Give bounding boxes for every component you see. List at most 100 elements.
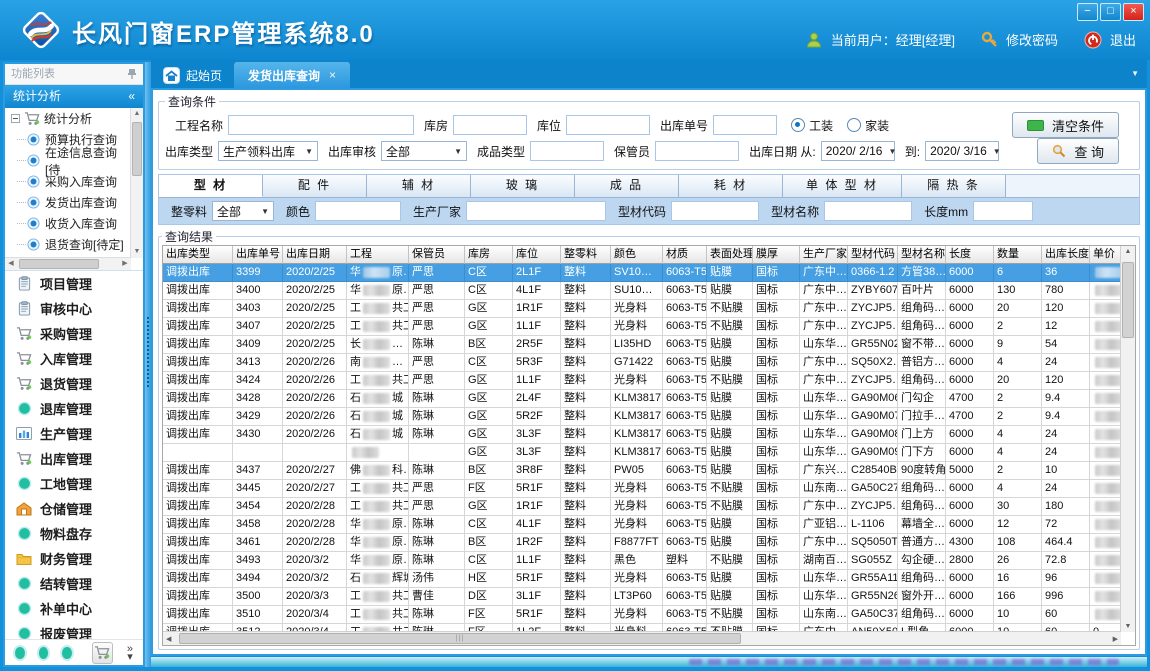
- tray-cart-button[interactable]: [92, 642, 113, 664]
- column-header-材质[interactable]: 材质: [663, 246, 707, 264]
- sidebar-group-入库管理[interactable]: 入库管理: [5, 346, 143, 371]
- tab-home[interactable]: 起始页: [151, 62, 234, 88]
- sidebar-group-审核中心[interactable]: 审核中心: [5, 296, 143, 321]
- table-row[interactable]: 调拨出库34282020/2/26石城陈琳G区2L4F整料KLM38176063…: [163, 390, 1121, 408]
- part-type-select[interactable]: 全部▼: [212, 201, 274, 221]
- scroll-up-icon[interactable]: ▲: [131, 108, 143, 120]
- length-input[interactable]: [973, 201, 1033, 221]
- column-header-出库单号[interactable]: 出库单号: [233, 246, 283, 264]
- table-vscroll-thumb[interactable]: [1122, 262, 1134, 338]
- column-header-数量[interactable]: 数量: [994, 246, 1042, 264]
- scroll-down-icon[interactable]: ▼: [1121, 623, 1135, 630]
- tray-dot-icon[interactable]: [15, 647, 25, 659]
- column-header-工程[interactable]: 工程: [347, 246, 409, 264]
- column-header-型材名称[interactable]: 型材名称: [898, 246, 946, 264]
- column-header-出库日期[interactable]: 出库日期: [283, 246, 347, 264]
- project-name-input[interactable]: [228, 115, 414, 135]
- sidebar-group-项目管理[interactable]: 项目管理: [5, 271, 143, 296]
- column-header-膜厚[interactable]: 膜厚: [753, 246, 800, 264]
- sidebar-group-仓储管理[interactable]: 仓储管理: [5, 496, 143, 521]
- scroll-up-icon[interactable]: ▲: [1121, 248, 1135, 255]
- scroll-down-icon[interactable]: ▼: [131, 246, 143, 258]
- tree-item-退货查询[待定][interactable]: 退货查询[待定]: [5, 234, 131, 255]
- location-input[interactable]: [566, 115, 650, 135]
- radio-jiazhuang[interactable]: 家装: [847, 117, 889, 134]
- material-tab-耗材[interactable]: 耗 材: [679, 175, 783, 197]
- material-tab-单体型材[interactable]: 单 体 型 材: [783, 175, 902, 197]
- tree-horizontal-scrollbar[interactable]: ◀ ▶: [5, 257, 131, 270]
- column-header-表面处理[interactable]: 表面处理: [707, 246, 753, 264]
- profile-name-input[interactable]: [824, 201, 912, 221]
- column-header-库房[interactable]: 库房: [465, 246, 513, 264]
- column-header-型材代码[interactable]: 型材代码: [848, 246, 898, 264]
- table-row[interactable]: 调拨出库34942020/3/2石辉城汤伟H区5R1F整料光身料6063-T5贴…: [163, 570, 1121, 588]
- material-tab-配件[interactable]: 配 件: [263, 175, 367, 197]
- tree-root-stats[interactable]: 统计分析: [5, 108, 131, 129]
- tree-item-发货出库查询[interactable]: 发货出库查询: [5, 192, 131, 213]
- table-row[interactable]: 调拨出库34002020/2/25华原…严思C区4L1F整料SU10…6063-…: [163, 282, 1121, 300]
- profile-code-input[interactable]: [671, 201, 759, 221]
- scroll-right-icon[interactable]: ▶: [119, 258, 131, 270]
- sidebar-group-报废管理[interactable]: 报废管理: [5, 621, 143, 639]
- sidebar-group-工地管理[interactable]: 工地管理: [5, 471, 143, 496]
- tree-item-在途信息查询[待[interactable]: 在途信息查询[待: [5, 150, 131, 171]
- tree-item-采购入库查询[interactable]: 采购入库查询: [5, 171, 131, 192]
- column-header-颜色[interactable]: 颜色: [611, 246, 663, 264]
- logout-button[interactable]: 退出: [1110, 30, 1136, 49]
- column-header-单价[interactable]: 单价: [1090, 246, 1121, 264]
- column-header-库位[interactable]: 库位: [513, 246, 561, 264]
- sidebar-group-物料盘存[interactable]: 物料盘存: [5, 521, 143, 546]
- warehouse-input[interactable]: [453, 115, 527, 135]
- table-row[interactable]: 调拨出库34292020/2/26石城陈琳G区5R2F整料KLM38176063…: [163, 408, 1121, 426]
- close-button[interactable]: ×: [1123, 3, 1144, 21]
- tab-list-caret-icon[interactable]: ▼: [1131, 69, 1139, 78]
- date-to-picker[interactable]: 2020/ 3/16▼: [925, 141, 999, 161]
- table-row[interactable]: 调拨出库34372020/2/27佛科…陈琳B区3R8F整料PW056063-T…: [163, 462, 1121, 480]
- outbound-audit-select[interactable]: 全部▼: [381, 141, 467, 161]
- sidebar-group-补单中心[interactable]: 补单中心: [5, 596, 143, 621]
- date-from-picker[interactable]: 2020/ 2/16▼: [821, 141, 895, 161]
- table-row[interactable]: 调拨出库33992020/2/25华原…严思C区2L1F整料SV10…6063-…: [163, 264, 1121, 282]
- tree-vertical-scrollbar[interactable]: ▲ ▼: [130, 108, 143, 258]
- material-tab-玻璃[interactable]: 玻 璃: [471, 175, 575, 197]
- table-row[interactable]: 调拨出库35102020/3/4工共工程陈琳F区5R1F整料光身料6063-T5…: [163, 606, 1121, 624]
- order-no-input[interactable]: [713, 115, 777, 135]
- scroll-left-icon[interactable]: ◀: [166, 635, 171, 643]
- sidebar-group-生产管理[interactable]: 生产管理: [5, 421, 143, 446]
- table-row[interactable]: 调拨出库34582020/2/28华原…陈琳C区4L1F整料光身料6063-T5…: [163, 516, 1121, 534]
- column-header-出库长度[interactable]: 出库长度: [1042, 246, 1090, 264]
- scroll-right-icon[interactable]: ▶: [1113, 635, 1118, 643]
- tab-shipping-outbound-query[interactable]: 发货出库查询 ×: [234, 62, 350, 88]
- minimize-button[interactable]: −: [1077, 3, 1098, 21]
- sidebar-group-退库管理[interactable]: 退库管理: [5, 396, 143, 421]
- tray-dot-icon[interactable]: [62, 647, 72, 659]
- pin-icon[interactable]: [127, 68, 137, 80]
- table-horizontal-scrollbar[interactable]: ◀ ||| ▶: [163, 631, 1121, 645]
- search-button[interactable]: 查 询: [1037, 138, 1119, 164]
- factory-input[interactable]: [466, 201, 606, 221]
- table-row[interactable]: 调拨出库34092020/2/25长…陈琳B区2R5F整料LI35HD6063-…: [163, 336, 1121, 354]
- material-tab-隔热条[interactable]: 隔 热 条: [902, 175, 1006, 197]
- outbound-type-select[interactable]: 生产领料出库▼: [218, 141, 318, 161]
- sidebar-group-财务管理[interactable]: 财务管理: [5, 546, 143, 571]
- sidebar-group-结转管理[interactable]: 结转管理: [5, 571, 143, 596]
- column-header-保管员[interactable]: 保管员: [409, 246, 465, 264]
- sidebar-group-出库管理[interactable]: 出库管理: [5, 446, 143, 471]
- column-header-出库类型[interactable]: 出库类型: [163, 246, 233, 264]
- color-input[interactable]: [315, 201, 401, 221]
- column-header-长度[interactable]: 长度: [946, 246, 994, 264]
- column-header-生产厂家[interactable]: 生产厂家: [800, 246, 848, 264]
- material-tab-成品[interactable]: 成 品: [575, 175, 679, 197]
- table-row[interactable]: 调拨出库34302020/2/26石城陈琳G区3L3F整料KLM38176063…: [163, 426, 1121, 444]
- maximize-button[interactable]: □: [1100, 3, 1121, 21]
- table-vertical-scrollbar[interactable]: ▲ ▼: [1120, 246, 1135, 632]
- table-row[interactable]: 调拨出库34072020/2/25工共工程严思G区1L1F整料光身料6063-T…: [163, 318, 1121, 336]
- table-row[interactable]: 调拨出库34612020/2/28华原…陈琳B区1R2F整料F8877FT606…: [163, 534, 1121, 552]
- table-row[interactable]: 调拨出库34032020/2/25工共工程严思G区1R1F整料光身料6063-T…: [163, 300, 1121, 318]
- table-row[interactable]: 调拨出库34932020/3/2华原…陈琳C区1L1F整料黑色塑料不贴膜国标湖南…: [163, 552, 1121, 570]
- tray-more-button[interactable]: »▾: [127, 645, 133, 661]
- tree-collapse-icon[interactable]: [11, 114, 20, 123]
- material-tab-辅材[interactable]: 辅 材: [367, 175, 471, 197]
- tray-dot-icon[interactable]: [39, 647, 49, 659]
- table-row[interactable]: 调拨出库34242020/2/26工共工程严思G区1L1F整料光身料6063-T…: [163, 372, 1121, 390]
